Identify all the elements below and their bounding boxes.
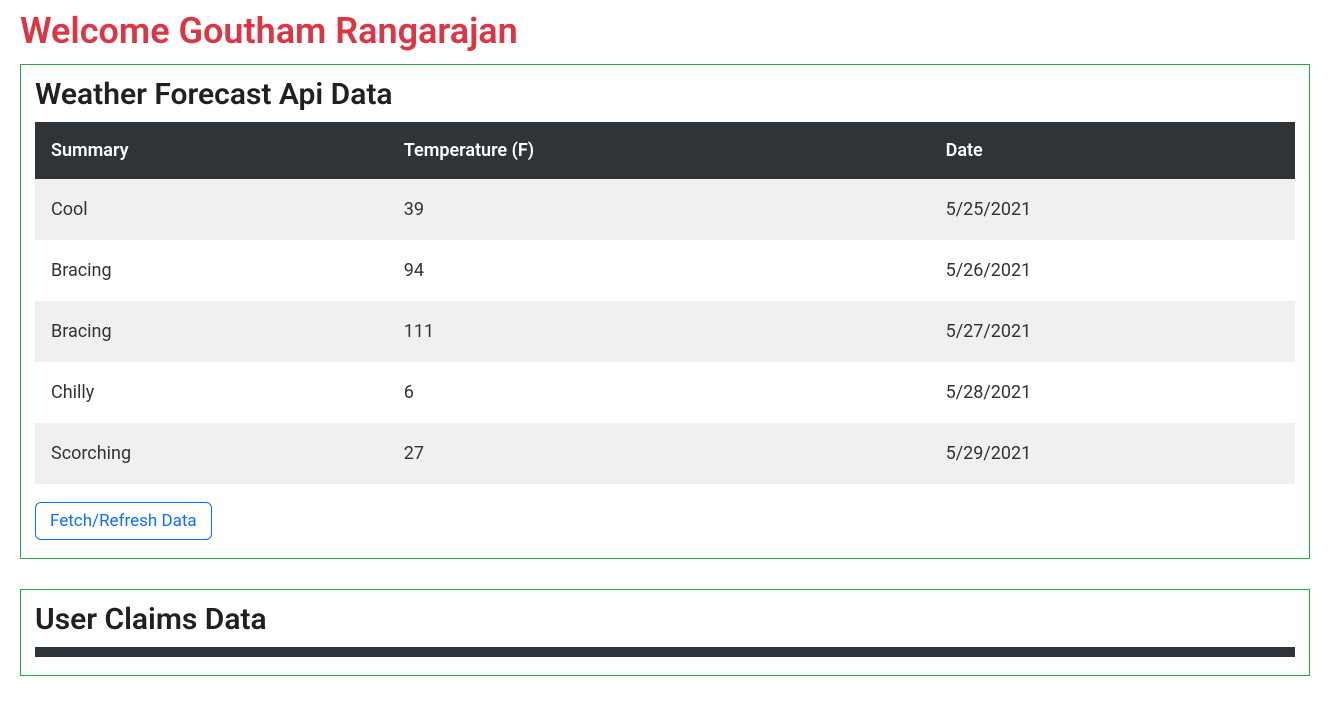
- table-row: Bracing 94 5/26/2021: [35, 240, 1295, 301]
- column-header-date: Date: [930, 122, 1295, 179]
- cell-summary: Chilly: [35, 362, 388, 423]
- cell-summary: Scorching: [35, 423, 388, 484]
- cell-summary: Bracing: [35, 301, 388, 362]
- cell-date: 5/26/2021: [930, 240, 1295, 301]
- page-title: Welcome Goutham Rangarajan: [20, 10, 1310, 52]
- cell-temperature: 94: [388, 240, 930, 301]
- table-row: Cool 39 5/25/2021: [35, 179, 1295, 240]
- cell-temperature: 111: [388, 301, 930, 362]
- cell-date: 5/25/2021: [930, 179, 1295, 240]
- cell-date: 5/29/2021: [930, 423, 1295, 484]
- cell-summary: Bracing: [35, 240, 388, 301]
- table-header-row: Summary Temperature (F) Date: [35, 122, 1295, 179]
- fetch-refresh-button[interactable]: Fetch/Refresh Data: [35, 502, 212, 540]
- cell-date: 5/27/2021: [930, 301, 1295, 362]
- weather-section-title: Weather Forecast Api Data: [35, 77, 1295, 112]
- claims-table-header: [35, 647, 1295, 657]
- column-header-summary: Summary: [35, 122, 388, 179]
- claims-card: User Claims Data: [20, 589, 1310, 676]
- table-row: Bracing 111 5/27/2021: [35, 301, 1295, 362]
- cell-date: 5/28/2021: [930, 362, 1295, 423]
- claims-section-title: User Claims Data: [35, 602, 1295, 637]
- cell-temperature: 27: [388, 423, 930, 484]
- column-header-temperature: Temperature (F): [388, 122, 930, 179]
- cell-temperature: 6: [388, 362, 930, 423]
- cell-summary: Cool: [35, 179, 388, 240]
- cell-temperature: 39: [388, 179, 930, 240]
- table-row: Scorching 27 5/29/2021: [35, 423, 1295, 484]
- table-row: Chilly 6 5/28/2021: [35, 362, 1295, 423]
- weather-table: Summary Temperature (F) Date Cool 39 5/2…: [35, 122, 1295, 484]
- weather-card: Weather Forecast Api Data Summary Temper…: [20, 64, 1310, 559]
